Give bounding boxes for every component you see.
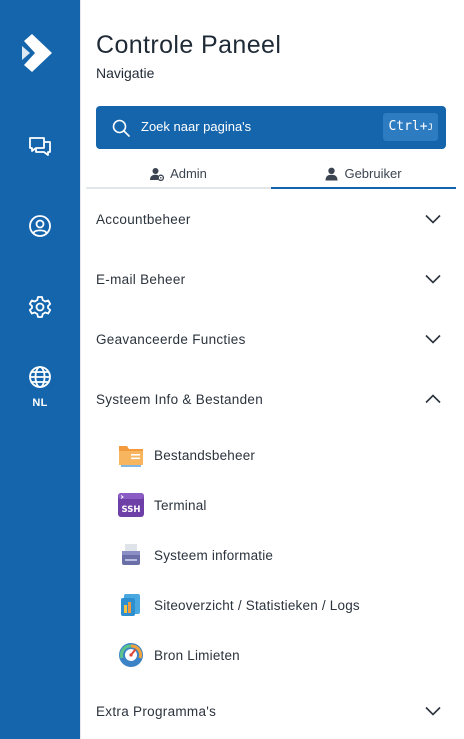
chevron-up-icon <box>425 394 441 404</box>
menu-item-siteoverzicht[interactable]: Siteoverzicht / Statistieken / Logs <box>118 590 418 620</box>
section-label: Extra Programma's <box>96 703 217 719</box>
tab-gebruiker[interactable]: Gebruiker <box>271 160 456 189</box>
section-label: Systeem Info & Bestanden <box>96 391 264 407</box>
statistics-icon <box>121 594 140 616</box>
section-extra-programmas[interactable]: Extra Programma's <box>96 691 441 731</box>
search-input[interactable]: Zoek naar pagina's Ctrl+J <box>96 106 446 149</box>
chat-icon <box>29 137 51 156</box>
chevron-down-icon <box>425 334 441 344</box>
section-email-beheer[interactable]: E-mail Beheer <box>96 259 441 299</box>
section-label: E-mail Beheer <box>96 271 186 287</box>
globe-icon <box>29 366 51 388</box>
app-logo-icon[interactable] <box>20 32 60 74</box>
search-icon <box>112 119 130 137</box>
page-subtitle: Navigatie <box>96 65 155 81</box>
navigation-panel: Controle Paneel Navigatie Zoek naar pagi… <box>80 0 464 739</box>
menu-item-label: Bron Limieten <box>154 647 240 663</box>
chevron-down-icon <box>425 214 441 224</box>
chevron-down-icon <box>425 274 441 284</box>
rail-language-button[interactable]: NL <box>0 364 80 409</box>
rail-chat-button[interactable] <box>0 133 80 159</box>
language-label: NL <box>32 397 48 409</box>
menu-item-label: Siteoverzicht / Statistieken / Logs <box>154 597 360 613</box>
gauge-icon <box>119 643 143 667</box>
rail-settings-button[interactable] <box>0 294 80 320</box>
menu-item-bestandsbeheer[interactable]: Bestandsbeheer <box>118 440 418 470</box>
ssh-terminal-icon: SSH <box>118 493 144 517</box>
rail-account-button[interactable] <box>0 213 80 239</box>
user-icon <box>325 167 338 180</box>
menu-item-systeem-informatie[interactable]: Systeem informatie <box>118 540 418 570</box>
menu-item-label: Bestandsbeheer <box>154 447 256 463</box>
section-systeem-info-bestanden[interactable]: Systeem Info & Bestanden <box>96 379 441 419</box>
section-label: Geavanceerde Functies <box>96 331 246 347</box>
menu-item-bron-limieten[interactable]: Bron Limieten <box>118 640 418 670</box>
section-label: Accountbeheer <box>96 211 191 227</box>
sidebar-rail: NL <box>0 0 80 739</box>
user-gear-icon <box>150 167 165 181</box>
svg-text:SSH: SSH <box>122 505 141 515</box>
search-placeholder: Zoek naar pagina's <box>141 119 252 134</box>
tab-admin[interactable]: Admin <box>86 160 271 189</box>
printer-icon <box>122 544 140 565</box>
gear-icon <box>28 296 52 318</box>
folder-icon <box>119 446 143 467</box>
page-title: Controle Paneel <box>96 31 282 59</box>
role-tabs: Admin Gebruiker <box>86 160 456 190</box>
menu-item-label: Systeem informatie <box>154 547 274 563</box>
menu-item-label: Terminal <box>154 497 207 513</box>
user-circle-icon <box>29 215 51 237</box>
tab-admin-label: Admin <box>170 166 207 181</box>
tab-gebruiker-label: Gebruiker <box>344 166 402 181</box>
section-accountbeheer[interactable]: Accountbeheer <box>96 199 441 239</box>
section-geavanceerde-functies[interactable]: Geavanceerde Functies <box>96 319 441 359</box>
menu-item-terminal[interactable]: SSH Terminal <box>118 490 418 520</box>
search-shortcut: Ctrl+J <box>383 113 438 141</box>
chevron-down-icon <box>425 706 441 716</box>
